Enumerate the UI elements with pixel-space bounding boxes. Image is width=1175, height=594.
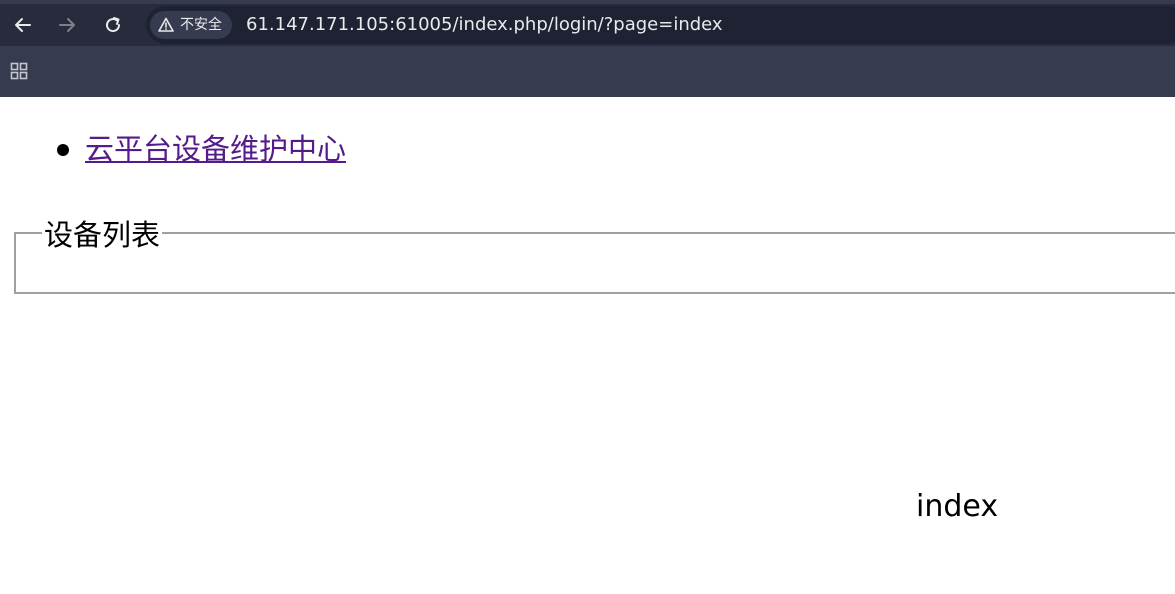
security-label: 不安全 [180,17,222,33]
forward-button[interactable] [52,10,82,40]
security-chip[interactable]: 不安全 [150,11,232,39]
maintenance-center-link[interactable]: 云平台设备维护中心 [85,132,346,166]
arrow-left-icon [15,18,31,32]
device-list-legend: 设备列表 [42,218,163,252]
warning-triangle-icon [158,17,174,32]
browser-toolbar: 不安全 61.147.171.105:61005/index.php/login… [0,4,1175,46]
page-indicator-text: index [916,489,999,524]
apps-button[interactable] [6,58,32,84]
list-item: 云平台设备维护中心 [0,127,346,171]
page-content: 云平台设备维护中心 设备列表 index [0,97,1175,594]
url-text[interactable]: 61.147.171.105:61005/index.php/login/?pa… [246,6,723,44]
back-button[interactable] [8,10,38,40]
nav-list: 云平台设备维护中心 [0,127,346,171]
apps-grid-icon [10,62,28,80]
device-list-fieldset: 设备列表 [14,218,1175,294]
browser-chrome: 不安全 61.147.171.105:61005/index.php/login… [0,0,1175,97]
bookmarks-bar [0,46,1175,97]
reload-icon [106,17,121,33]
address-bar[interactable]: 不安全 61.147.171.105:61005/index.php/login… [146,6,1175,44]
reload-button[interactable] [98,10,128,40]
bullet-marker [57,144,69,156]
arrow-right-icon [59,18,75,32]
